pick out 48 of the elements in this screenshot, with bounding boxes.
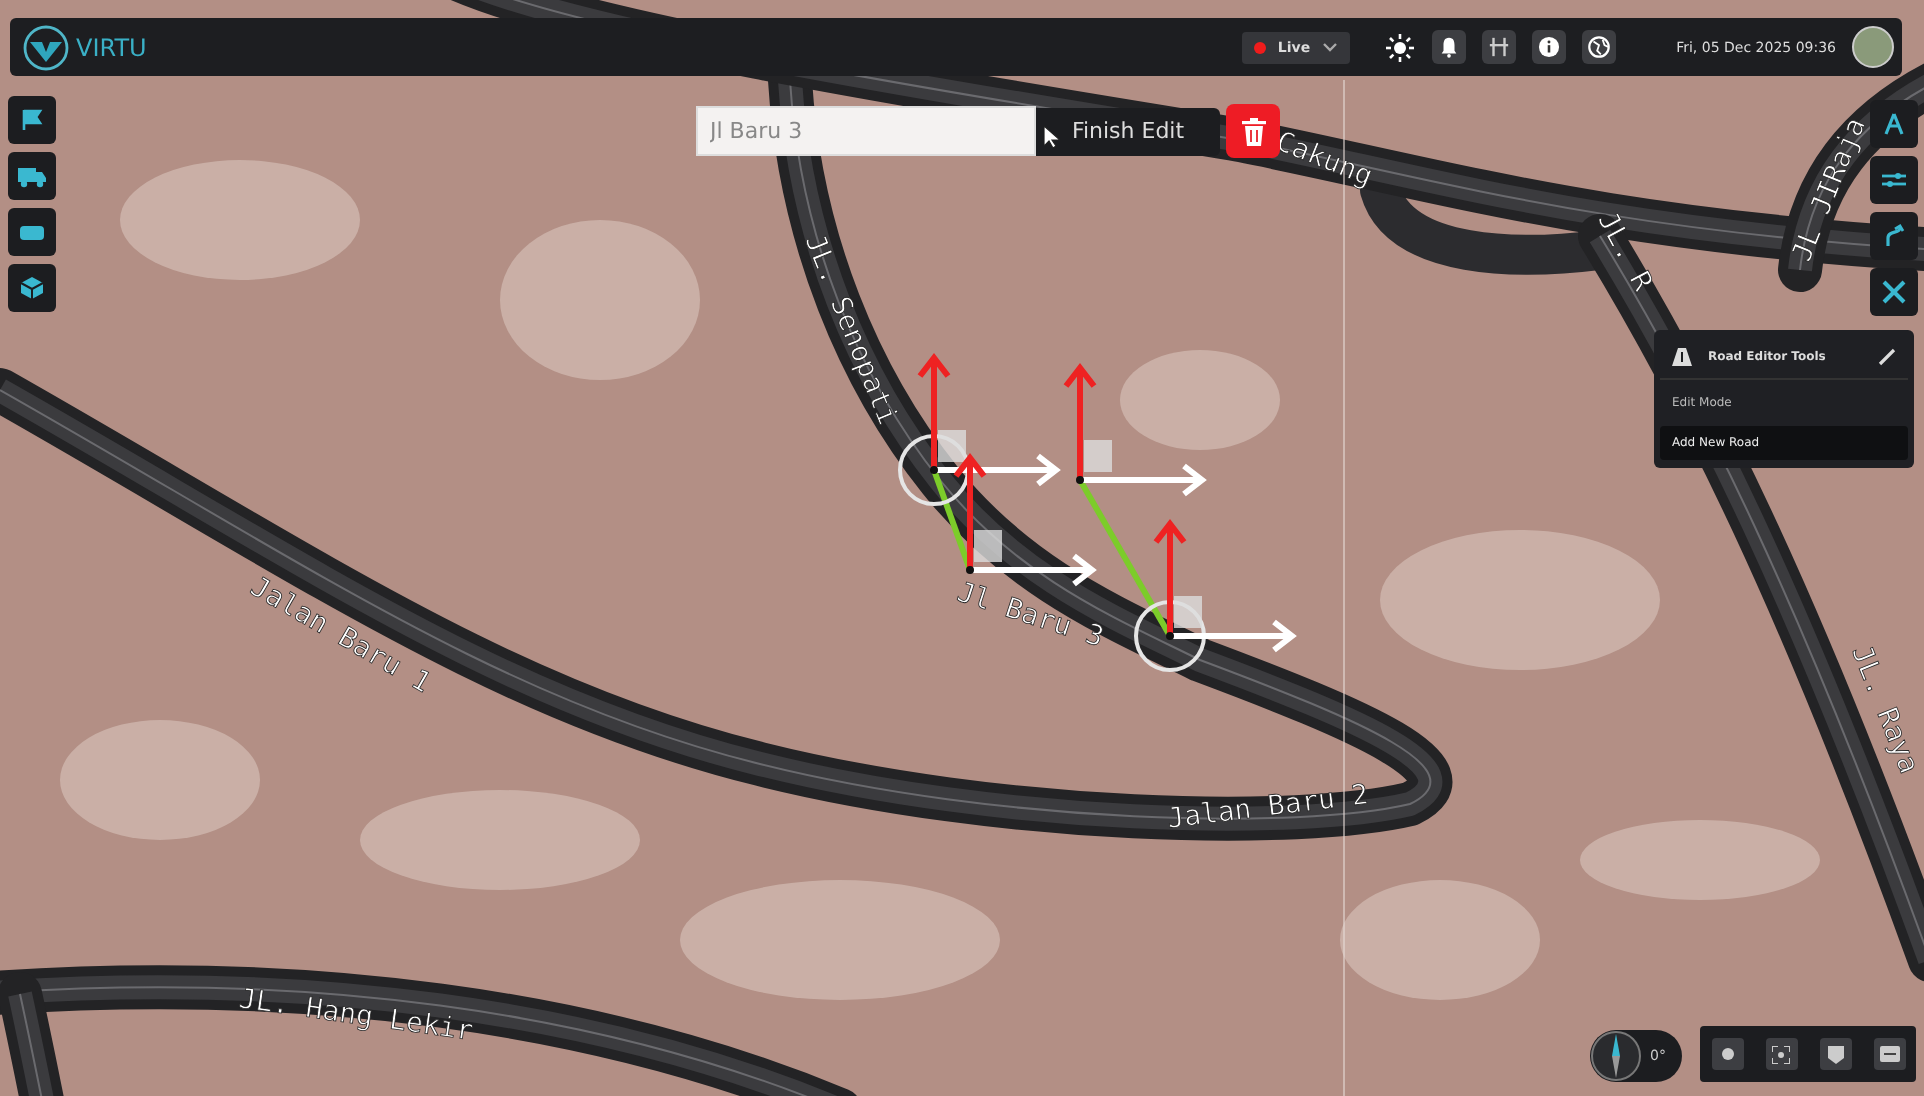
brightness-button[interactable] <box>1382 30 1417 64</box>
finish-edit-button[interactable]: Finish Edit <box>1036 107 1220 155</box>
road-label: Jalan Baru 2 <box>1165 779 1371 836</box>
marker-button[interactable] <box>1819 1038 1851 1070</box>
flag-icon <box>20 108 44 132</box>
grid-icon <box>1488 36 1511 58</box>
sun-icon <box>1385 33 1414 61</box>
road-label: JL. Raya <box>1844 641 1924 779</box>
tools-button[interactable] <box>1870 268 1918 316</box>
road-icon <box>1672 347 1692 365</box>
trash-icon <box>1241 117 1265 145</box>
compass-icon[interactable] <box>1590 1030 1642 1082</box>
cube-icon <box>20 276 44 300</box>
road-button[interactable] <box>1870 100 1918 148</box>
road-label: Jl Baru 3 <box>953 577 1108 655</box>
globe-icon <box>1588 36 1611 58</box>
rounded-rectangle-icon <box>20 223 44 241</box>
info-icon <box>1538 36 1561 58</box>
focus-frame-icon <box>1772 1045 1790 1063</box>
sliders-icon <box>1882 170 1906 190</box>
sliders-button[interactable] <box>1870 156 1918 204</box>
grid-button[interactable] <box>1482 30 1517 64</box>
curve-arrow-icon <box>1882 224 1906 248</box>
vehicle-button[interactable] <box>8 208 56 256</box>
brand-name: VIRTU <box>76 33 147 61</box>
curve-button[interactable] <box>1870 212 1918 260</box>
panel-icon <box>1879 1046 1899 1062</box>
notification-button[interactable] <box>1432 30 1467 64</box>
delete-button[interactable] <box>1226 104 1280 158</box>
fit-view-button[interactable] <box>1765 1038 1797 1070</box>
truck-icon <box>18 165 46 187</box>
dot-icon <box>1719 1046 1735 1062</box>
panel-button[interactable] <box>1873 1038 1905 1070</box>
cursor-icon <box>1044 126 1060 148</box>
bell-icon <box>1438 36 1461 58</box>
globe-button[interactable] <box>1582 30 1617 64</box>
truck-button[interactable] <box>8 152 56 200</box>
cross-tools-icon <box>1882 280 1906 304</box>
logo-icon <box>22 23 70 71</box>
info-button[interactable] <box>1532 30 1567 64</box>
road-label: JL. R <box>1590 207 1659 297</box>
cube-button[interactable] <box>8 264 56 312</box>
shield-icon <box>1827 1045 1843 1063</box>
flag-button[interactable] <box>8 96 56 144</box>
locate-button[interactable] <box>1711 1038 1743 1070</box>
user-avatar[interactable] <box>1852 26 1894 68</box>
chevron-icon <box>1322 41 1339 53</box>
road-label: JL. Hang Lekir <box>236 983 476 1048</box>
